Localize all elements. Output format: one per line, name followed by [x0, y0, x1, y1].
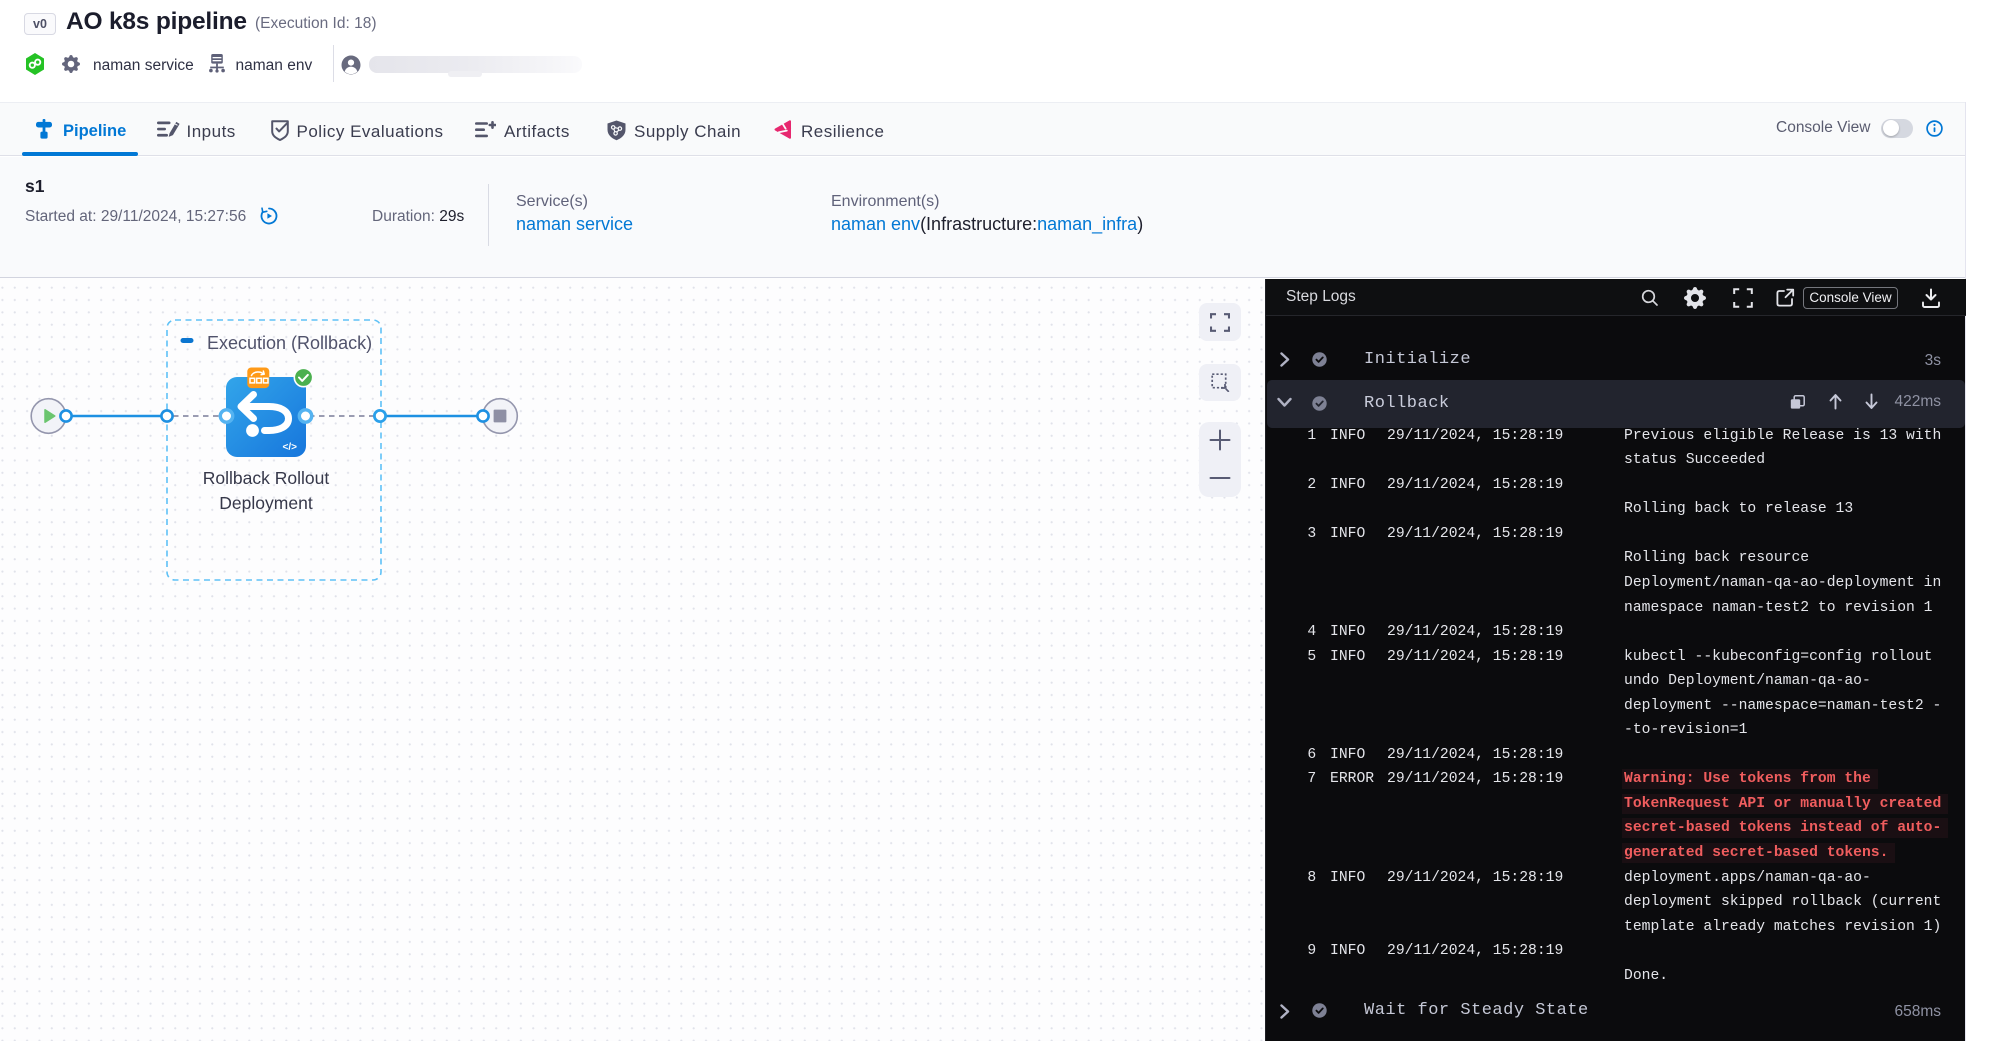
svg-text:</>: </> — [283, 442, 298, 453]
